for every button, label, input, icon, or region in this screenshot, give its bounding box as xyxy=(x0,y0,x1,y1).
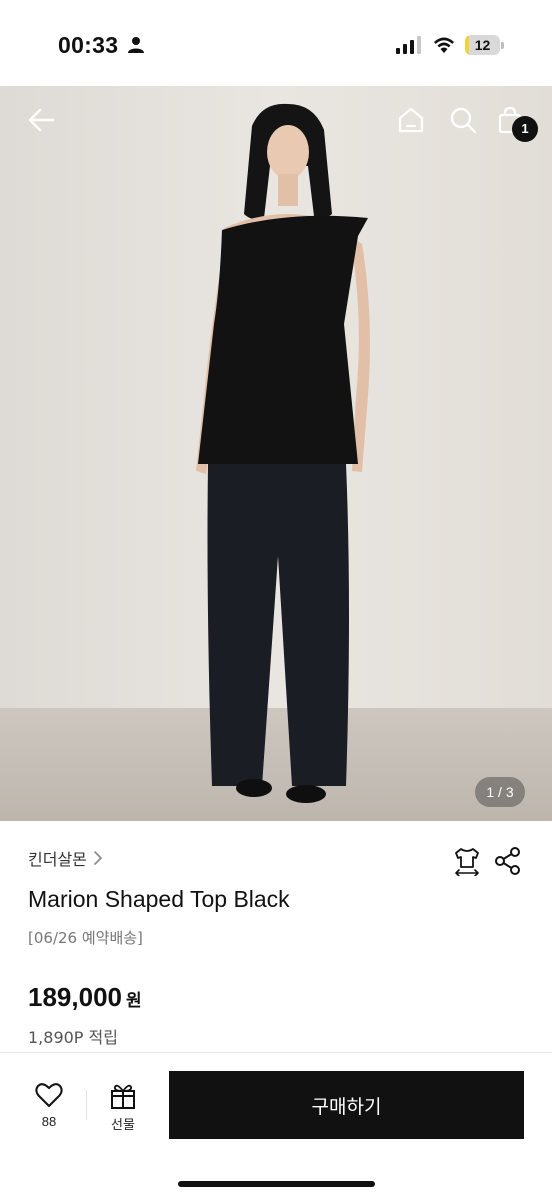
price-value: 189,000 xyxy=(28,982,122,1012)
battery-indicator: 12 xyxy=(465,35,505,55)
divider xyxy=(86,1090,87,1120)
wifi-icon xyxy=(434,37,454,53)
chevron-right-icon xyxy=(94,851,102,865)
brand-link[interactable]: 킨더살몬 xyxy=(28,846,103,870)
status-bar: 00:33 12 xyxy=(0,0,552,86)
size-guide-icon[interactable] xyxy=(452,846,482,876)
like-button[interactable]: 88 xyxy=(28,1082,70,1132)
back-arrow-icon xyxy=(28,108,55,132)
delivery-note: [06/26 예약배송] xyxy=(28,929,143,947)
image-pager: 1 / 3 xyxy=(475,777,525,807)
search-icon xyxy=(450,107,477,134)
battery-body: 12 xyxy=(465,35,500,55)
price-unit: 원 xyxy=(125,991,142,1011)
reward-points: 1,890P 적립 xyxy=(28,1028,118,1047)
price: 189,000 원 xyxy=(28,982,142,1013)
gift-button[interactable]: 선물 xyxy=(102,1082,144,1133)
gift-label: 선물 xyxy=(111,1118,135,1133)
battery-level: 12 xyxy=(474,37,491,53)
product-image-carousel[interactable]: 1 / 3 xyxy=(0,86,552,821)
buy-button[interactable]: 구매하기 xyxy=(169,1071,524,1139)
gift-icon xyxy=(111,1084,135,1109)
heart-icon xyxy=(35,1083,63,1107)
cart-count-badge: 1 xyxy=(512,116,538,142)
product-title: Marion Shaped Top Black xyxy=(28,886,290,912)
home-button[interactable] xyxy=(391,100,431,140)
brand-name: 킨더살몬 xyxy=(28,850,87,869)
share-icon[interactable] xyxy=(494,846,522,876)
product-photo xyxy=(0,86,552,821)
status-time: 00:33 xyxy=(58,32,119,58)
battery-tip xyxy=(501,42,504,49)
home-indicator xyxy=(178,1181,375,1187)
cellular-signal-icon xyxy=(396,36,421,54)
like-count: 88 xyxy=(41,1114,57,1129)
back-button[interactable] xyxy=(21,100,61,140)
person-icon xyxy=(128,37,144,53)
search-button[interactable] xyxy=(443,100,483,140)
home-icon xyxy=(398,107,424,133)
